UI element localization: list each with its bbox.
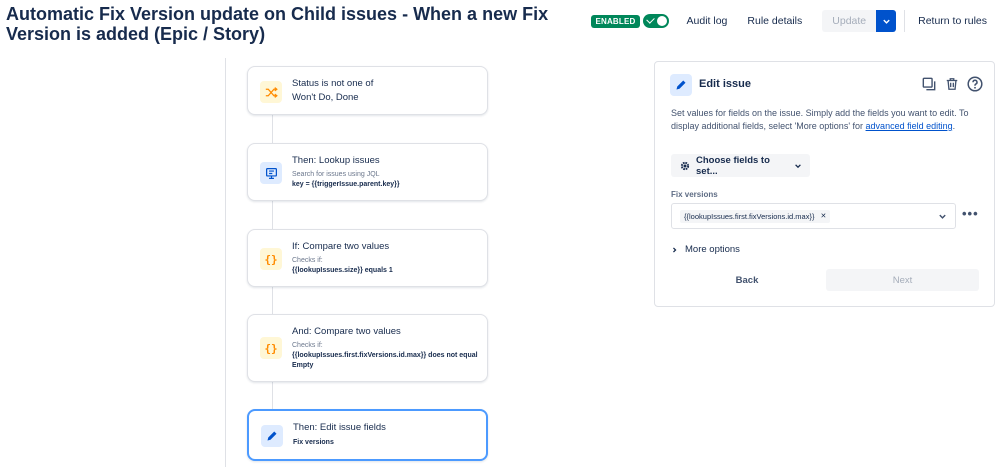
panel-title: Edit issue <box>699 78 751 90</box>
flow-border <box>225 58 226 467</box>
chevron-down-icon <box>882 19 890 24</box>
fix-version-tag: {{lookupIssues.first.fixVersions.id.max}… <box>680 209 831 223</box>
flow-card-compare-fixversions[interactable]: {} And: Compare two values Checks if: {{… <box>247 314 488 382</box>
description-end: . <box>952 121 956 131</box>
panel-description: Set values for fields on the issue. Simp… <box>671 107 981 133</box>
more-options-toggle[interactable]: More options <box>671 244 740 255</box>
rule-title: Automatic Fix Version update on Child is… <box>6 4 549 44</box>
card-subtitle: Checks if: <box>292 342 323 349</box>
flow-card-lookup-issues[interactable]: Then: Lookup issues Search for issues us… <box>247 143 488 201</box>
card-title: Then: Lookup issues <box>292 155 380 166</box>
panel-actions <box>920 75 984 93</box>
more-actions-icon[interactable]: ••• <box>962 207 979 220</box>
flow-card-status-condition[interactable]: Status is not one of Won't Do, Done <box>247 66 488 115</box>
rule-details-button[interactable]: Rule details <box>747 15 802 27</box>
card-subtitle: Search for issues using JQL <box>292 171 380 178</box>
card-title: If: Compare two values <box>292 241 390 252</box>
flow-card-edit-issue[interactable]: Then: Edit issue fields Fix versions <box>247 409 488 461</box>
card-detail: {{lookupIssues.first.fixVersions.id.max}… <box>292 352 478 369</box>
update-button[interactable]: Update <box>822 10 877 32</box>
card-subtitle: Checks if: <box>292 257 323 264</box>
chevron-down-icon[interactable] <box>938 212 947 221</box>
card-value: Won't Do, Done <box>292 92 359 103</box>
divider <box>904 10 906 32</box>
fix-versions-select[interactable]: {{lookupIssues.first.fixVersions.id.max}… <box>671 203 956 229</box>
remove-tag-icon[interactable]: ✕ <box>821 212 827 220</box>
pencil-icon <box>261 425 283 447</box>
back-button[interactable]: Back <box>671 269 823 291</box>
enabled-badge: ENABLED <box>591 14 640 28</box>
chevron-down-icon <box>794 162 802 170</box>
card-detail: {{lookupIssues.size}} equals 1 <box>292 267 393 274</box>
card-title: And: Compare two values <box>292 326 401 337</box>
next-button[interactable]: Next <box>826 269 979 291</box>
shuffle-icon <box>260 81 282 103</box>
copy-icon[interactable] <box>920 75 938 93</box>
edit-issue-panel: Edit issue Set values for fields on the … <box>654 61 995 307</box>
help-icon[interactable] <box>966 75 984 93</box>
choose-fields-label: Choose fields to set... <box>696 154 770 177</box>
card-detail: key = {{triggerIssue.parent.key}} <box>292 181 400 188</box>
braces-icon: {} <box>260 248 282 270</box>
gear-icon <box>679 160 691 172</box>
card-detail: Fix versions <box>293 439 334 446</box>
fix-versions-label: Fix versions <box>671 190 718 199</box>
trash-icon[interactable] <box>943 75 961 93</box>
card-title: Then: Edit issue fields <box>293 422 386 433</box>
chevron-right-icon <box>671 246 678 254</box>
update-dropdown-button[interactable] <box>876 10 897 32</box>
lookup-issues-icon <box>260 162 282 184</box>
enabled-toggle[interactable] <box>642 14 669 28</box>
more-options-label: More options <box>685 244 740 255</box>
header-actions: ENABLED Audit log Rule details Update Re… <box>591 10 987 32</box>
flow-card-compare-size[interactable]: {} If: Compare two values Checks if: {{l… <box>247 229 488 287</box>
fix-version-tag-text: {{lookupIssues.first.fixVersions.id.max}… <box>684 211 815 221</box>
pencil-icon <box>670 74 692 96</box>
card-title: Status is not one of <box>292 78 374 89</box>
return-to-rules-button[interactable]: Return to rules <box>918 15 987 27</box>
advanced-field-editing-link[interactable]: advanced field editing <box>866 121 953 131</box>
choose-fields-button[interactable]: Choose fields to set... <box>671 154 810 177</box>
audit-log-button[interactable]: Audit log <box>687 15 728 27</box>
braces-icon: {} <box>260 337 282 359</box>
